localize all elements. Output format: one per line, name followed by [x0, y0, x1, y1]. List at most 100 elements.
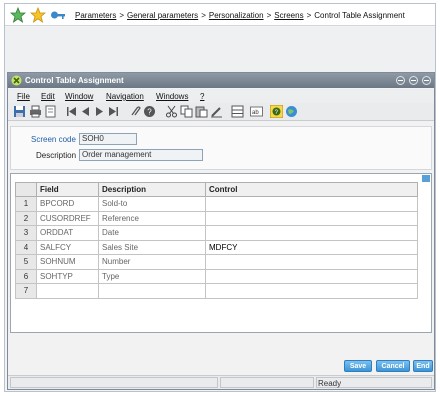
key-icon[interactable] — [50, 7, 66, 23]
row-number: 1 — [15, 196, 37, 212]
field-cell[interactable]: SOHNUM — [36, 254, 99, 270]
status-cell — [10, 377, 218, 388]
table-row[interactable]: 3 ORDDAT Date — [15, 225, 418, 241]
row-number-header — [15, 182, 37, 197]
table-row[interactable]: 2 CUSORDREF Reference — [15, 210, 418, 226]
control-cell[interactable] — [205, 268, 418, 284]
description-cell[interactable]: Date — [98, 225, 206, 241]
control-cell[interactable] — [205, 196, 418, 212]
grid-options-icon[interactable] — [422, 175, 430, 182]
control-assignment-grid: Field Description Control 1 BPCORD Sold-… — [10, 173, 432, 333]
row-number: 7 — [15, 283, 37, 299]
screen-code-label: Screen code — [31, 135, 76, 144]
table-row[interactable]: 7 — [15, 283, 418, 299]
window-title: Control Table Assignment — [25, 76, 124, 85]
menu-help[interactable]: ? — [200, 92, 204, 101]
field-help-icon[interactable]: ? — [270, 105, 283, 118]
menu-window[interactable]: Window — [65, 92, 93, 101]
copy-icon[interactable] — [180, 105, 193, 118]
print-icon[interactable] — [29, 105, 42, 118]
description-cell[interactable]: Reference — [98, 210, 206, 226]
row-number: 3 — [15, 225, 37, 241]
row-number: 6 — [15, 268, 37, 284]
menu-file[interactable]: File — [17, 92, 30, 101]
description-column-header[interactable]: Description — [98, 182, 206, 197]
control-cell[interactable] — [205, 210, 418, 226]
row-number: 2 — [15, 210, 37, 226]
attachment-icon[interactable] — [128, 105, 141, 118]
table-row[interactable]: 6 SOHTYP Type — [15, 268, 418, 284]
edit-pencil-icon[interactable] — [210, 105, 223, 118]
description-cell[interactable]: Type — [98, 268, 206, 284]
breadcrumb-link-general-parameters[interactable]: General parameters — [127, 11, 198, 20]
control-column-header[interactable]: Control — [205, 182, 418, 197]
top-navigation-bar: Parameters > General parameters > Personaliz… — [5, 4, 435, 26]
favorites-star-icon[interactable] — [30, 7, 46, 23]
cut-icon[interactable] — [165, 105, 178, 118]
description-cell[interactable]: Number — [98, 254, 206, 270]
menu-edit[interactable]: Edit — [41, 92, 55, 101]
field-cell[interactable]: SALFCY — [36, 239, 99, 255]
status-bar: Ready — [8, 375, 434, 389]
screen-code-field[interactable]: SOH0 — [79, 133, 137, 145]
last-record-icon[interactable] — [107, 105, 120, 118]
toolbar: ? ab ? — [8, 103, 434, 121]
description-cell[interactable] — [98, 283, 206, 299]
header-form: Screen code SOH0 Description Order manag… — [10, 126, 432, 170]
breadcrumb: Parameters > General parameters > Personaliz… — [75, 11, 405, 20]
status-cell — [220, 377, 314, 388]
text-field-icon[interactable]: ab — [250, 105, 263, 118]
grid-list-icon[interactable] — [231, 105, 244, 118]
row-number: 5 — [15, 254, 37, 270]
application-frame: Parameters > General parameters > Personaliz… — [4, 3, 436, 392]
table-header-row: Field Description Control — [15, 182, 418, 197]
control-cell[interactable]: MDFCY — [205, 239, 418, 255]
control-cell[interactable] — [205, 225, 418, 241]
table-row[interactable]: 1 BPCORD Sold-to — [15, 196, 418, 212]
breadcrumb-link-parameters[interactable]: Parameters — [75, 11, 116, 20]
next-record-icon[interactable] — [93, 105, 106, 118]
paste-icon[interactable] — [195, 105, 208, 118]
control-cell[interactable] — [205, 283, 418, 299]
field-cell[interactable]: CUSORDREF — [36, 210, 99, 226]
control-cell[interactable] — [205, 254, 418, 270]
table-row[interactable]: 5 SOHNUM Number — [15, 254, 418, 270]
breadcrumb-link-personalization[interactable]: Personalization — [209, 11, 264, 20]
breadcrumb-current: Control Table Assignment — [314, 11, 405, 20]
assignment-table: Field Description Control 1 BPCORD Sold-… — [15, 182, 418, 299]
workspace-background — [5, 27, 435, 72]
help-circle-icon[interactable]: ? — [143, 105, 156, 118]
end-button[interactable]: End — [413, 360, 433, 372]
minimize-button[interactable] — [396, 76, 405, 85]
field-cell[interactable]: SOHTYP — [36, 268, 99, 284]
field-cell[interactable]: ORDDAT — [36, 225, 99, 241]
field-column-header[interactable]: Field — [36, 182, 99, 197]
row-number: 4 — [15, 239, 37, 255]
field-cell[interactable]: BPCORD — [36, 196, 99, 212]
control-table-window: Control Table Assignment File Edit Windo… — [7, 72, 435, 390]
table-row[interactable]: 4 SALFCY Sales Site MDFCY — [15, 239, 418, 255]
print-preview-icon[interactable] — [44, 105, 57, 118]
menu-navigation[interactable]: Navigation — [106, 92, 144, 101]
menu-windows[interactable]: Windows — [156, 92, 188, 101]
save-button[interactable]: Save — [344, 360, 372, 372]
globe-icon[interactable] — [285, 105, 298, 118]
save-disk-icon[interactable] — [13, 105, 26, 118]
close-button[interactable] — [422, 76, 431, 85]
field-cell[interactable] — [36, 283, 99, 299]
cancel-button[interactable]: Cancel — [376, 360, 410, 372]
restore-button[interactable] — [409, 76, 418, 85]
svg-text:?: ? — [147, 108, 152, 117]
menu-bar: File Edit Window Navigation Windows ? — [8, 89, 434, 103]
home-star-icon[interactable] — [10, 7, 26, 23]
description-field[interactable]: Order management — [79, 149, 203, 161]
description-cell[interactable]: Sales Site — [98, 239, 206, 255]
previous-record-icon[interactable] — [79, 105, 92, 118]
window-title-bar[interactable]: Control Table Assignment — [8, 73, 434, 88]
status-text: Ready — [318, 379, 342, 388]
app-x-icon — [11, 75, 22, 86]
first-record-icon[interactable] — [65, 105, 78, 118]
description-label: Description — [36, 151, 77, 160]
description-cell[interactable]: Sold-to — [98, 196, 206, 212]
breadcrumb-link-screens[interactable]: Screens — [274, 11, 303, 20]
